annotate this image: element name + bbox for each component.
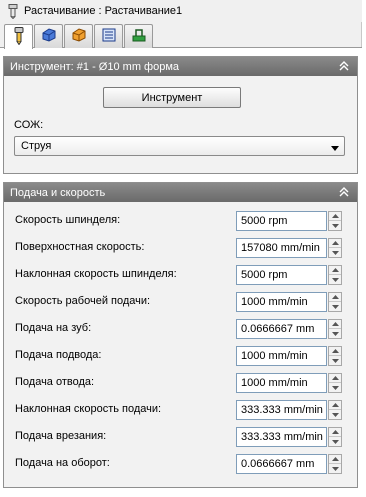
ramp-feedrate-row: Наклонная скорость подачи: 333.333 mm/mi… <box>4 399 357 421</box>
spindle-speed-spinner[interactable] <box>328 211 342 231</box>
spin-down-icon[interactable] <box>329 248 341 257</box>
passes-icon <box>101 27 117 46</box>
feed-per-revolution-row: Подача на оборот: 0.0666667 mm <box>4 453 357 475</box>
spin-up-icon[interactable] <box>329 293 341 302</box>
surface-speed-row: Поверхностная скорость: 157080 mm/min <box>4 237 357 259</box>
operation-dialog: Растачивание : Растачивание1 Инструмент:… <box>0 0 362 497</box>
lead-in-feedrate-label: Подача подвода: <box>15 349 102 361</box>
feed-speed-group: Подача и скорость Скорость шпинделя: 500… <box>3 182 358 488</box>
cutting-feedrate-row: Скорость рабочей подачи: 1000 mm/min <box>4 291 357 313</box>
feed-per-revolution-label: Подача на оборот: <box>15 457 110 469</box>
lead-in-feedrate-row: Подача подвода: 1000 mm/min <box>4 345 357 367</box>
lead-out-feedrate-row: Подача отвода: 1000 mm/min <box>4 372 357 394</box>
spin-down-icon[interactable] <box>329 410 341 419</box>
spin-up-icon[interactable] <box>329 347 341 356</box>
heights-icon <box>71 27 87 46</box>
ramp-feedrate-label: Наклонная скорость подачи: <box>15 403 162 415</box>
tab-heights[interactable] <box>64 24 93 48</box>
tool-group-header[interactable]: Инструмент: #1 - Ø10 mm форма <box>4 57 357 76</box>
tab-linking[interactable] <box>124 24 153 48</box>
plunge-feedrate-row: Подача врезания: 333.333 mm/min <box>4 426 357 448</box>
spin-up-icon[interactable] <box>329 239 341 248</box>
spin-down-icon[interactable] <box>329 221 341 230</box>
feed-per-tooth-spinner[interactable] <box>328 319 342 339</box>
tool-group: Инструмент: #1 - Ø10 mm форма Инструмент… <box>3 56 358 174</box>
boring-operation-icon <box>6 3 20 19</box>
lead-out-feedrate-label: Подача отвода: <box>15 376 95 388</box>
feed-per-tooth-label: Подача на зуб: <box>15 322 92 334</box>
spin-up-icon[interactable] <box>329 374 341 383</box>
coolant-label: СОЖ: <box>14 119 44 131</box>
spindle-speed-row: Скорость шпинделя: 5000 rpm <box>4 210 357 232</box>
cutting-feedrate-label: Скорость рабочей подачи: <box>15 295 151 307</box>
spin-up-icon[interactable] <box>329 266 341 275</box>
plunge-feedrate-input[interactable]: 333.333 mm/min <box>236 427 327 447</box>
tool-group-title: Инструмент: #1 - Ø10 mm форма <box>10 60 180 73</box>
window-title: Растачивание : Растачивание1 <box>24 5 183 17</box>
dropdown-arrow-icon <box>331 143 339 155</box>
tool-icon <box>12 26 26 48</box>
tab-strip <box>4 24 154 49</box>
surface-speed-label: Поверхностная скорость: <box>15 241 145 253</box>
spin-down-icon[interactable] <box>329 329 341 338</box>
tab-geometry[interactable] <box>34 24 63 48</box>
feed-per-revolution-input[interactable]: 0.0666667 mm <box>236 454 327 474</box>
feed-speed-group-title: Подача и скорость <box>10 186 106 199</box>
spindle-speed-input[interactable]: 5000 rpm <box>236 211 327 231</box>
spin-up-icon[interactable] <box>329 212 341 221</box>
lead-in-feedrate-spinner[interactable] <box>328 346 342 366</box>
coolant-select[interactable]: Струя <box>14 136 345 156</box>
spin-down-icon[interactable] <box>329 437 341 446</box>
spin-down-icon[interactable] <box>329 464 341 473</box>
ramp-feedrate-input[interactable]: 333.333 mm/min <box>236 400 327 420</box>
spin-up-icon[interactable] <box>329 320 341 329</box>
spin-down-icon[interactable] <box>329 356 341 365</box>
plunge-feedrate-label: Подача врезания: <box>15 430 107 442</box>
collapse-icon[interactable] <box>337 185 351 199</box>
geometry-icon <box>41 27 57 46</box>
feed-per-tooth-input[interactable]: 0.0666667 mm <box>236 319 327 339</box>
spin-down-icon[interactable] <box>329 302 341 311</box>
surface-speed-input[interactable]: 157080 mm/min <box>236 238 327 258</box>
title-bar: Растачивание : Растачивание1 <box>0 0 362 22</box>
lead-in-feedrate-input[interactable]: 1000 mm/min <box>236 346 327 366</box>
linking-icon <box>131 27 147 46</box>
feed-per-tooth-row: Подача на зуб: 0.0666667 mm <box>4 318 357 340</box>
spin-up-icon[interactable] <box>329 455 341 464</box>
ramp-spindle-speed-row: Наклонная скорость шпинделя: 5000 rpm <box>4 264 357 286</box>
feed-per-revolution-spinner[interactable] <box>328 454 342 474</box>
ramp-spindle-speed-input[interactable]: 5000 rpm <box>236 265 327 285</box>
ramp-spindle-speed-label: Наклонная скорость шпинделя: <box>15 268 177 280</box>
spin-up-icon[interactable] <box>329 428 341 437</box>
lead-out-feedrate-spinner[interactable] <box>328 373 342 393</box>
lead-out-feedrate-input[interactable]: 1000 mm/min <box>236 373 327 393</box>
tab-passes[interactable] <box>94 24 123 48</box>
spin-up-icon[interactable] <box>329 401 341 410</box>
cutting-feedrate-input[interactable]: 1000 mm/min <box>236 292 327 312</box>
surface-speed-spinner[interactable] <box>328 238 342 258</box>
feed-speed-group-header[interactable]: Подача и скорость <box>4 183 357 202</box>
spin-down-icon[interactable] <box>329 383 341 392</box>
tool-select-button[interactable]: Инструмент <box>103 87 241 108</box>
collapse-icon[interactable] <box>337 59 351 73</box>
ramp-feedrate-spinner[interactable] <box>328 400 342 420</box>
cutting-feedrate-spinner[interactable] <box>328 292 342 312</box>
plunge-feedrate-spinner[interactable] <box>328 427 342 447</box>
spindle-speed-label: Скорость шпинделя: <box>15 214 121 226</box>
coolant-value: Струя <box>21 140 52 152</box>
tab-tool[interactable] <box>4 24 33 49</box>
ramp-spindle-speed-spinner[interactable] <box>328 265 342 285</box>
spin-down-icon[interactable] <box>329 275 341 284</box>
